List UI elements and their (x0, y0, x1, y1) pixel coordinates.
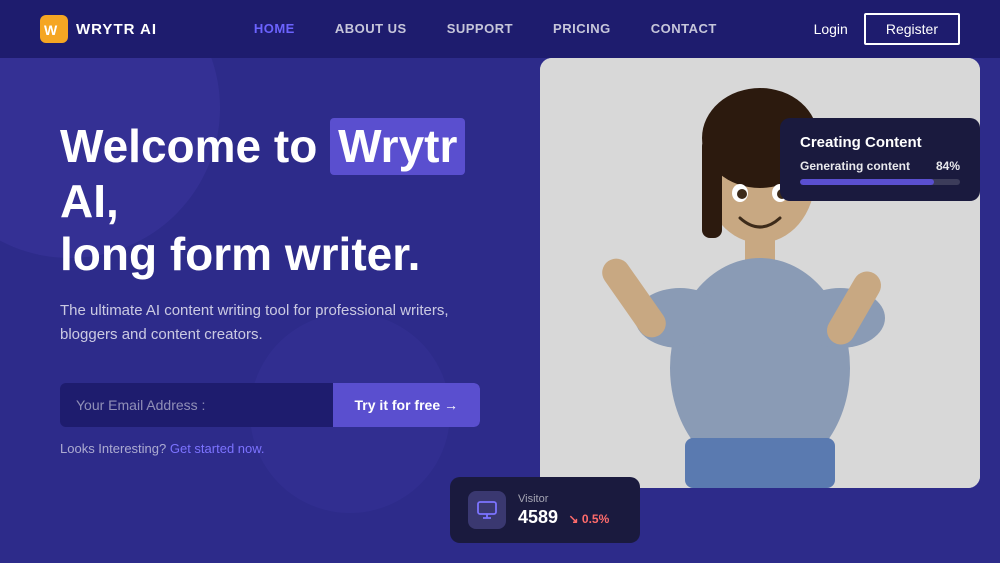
creating-content-title: Creating Content (800, 134, 960, 151)
generating-percent: 84% (936, 159, 960, 173)
logo[interactable]: W WRYTR AI (40, 15, 157, 43)
hero-section: Welcome to Wrytr AI, long form writer. T… (0, 58, 1000, 563)
visitor-info: Visitor 4589 ↘ 0.5% (518, 493, 609, 528)
nav-item-contact[interactable]: CONTACT (651, 20, 717, 38)
hero-subtitle: The ultimate AI content writing tool for… (60, 299, 460, 347)
hero-title-line2: long form writer. (60, 228, 420, 280)
hero-title-prefix: Welcome to (60, 120, 317, 172)
try-free-button[interactable]: Try it for free → (333, 383, 480, 427)
nav-links: HOME ABOUT US SUPPORT PRICING CONTACT (254, 20, 717, 38)
creating-content-card: Creating Content Generating content 84% (780, 118, 980, 201)
logo-text: WRYTR AI (76, 21, 157, 38)
svg-text:W: W (44, 22, 58, 38)
progress-bar (800, 179, 960, 185)
visitor-label: Visitor (518, 493, 609, 505)
hero-note-link[interactable]: Get started now. (170, 441, 265, 456)
creating-content-label: Generating content 84% (800, 159, 960, 173)
visitor-trend: ↘ 0.5% (569, 512, 610, 526)
hero-right: Creating Content Generating content 84% … (450, 58, 1000, 563)
register-button[interactable]: Register (864, 13, 960, 45)
hero-left: Welcome to Wrytr AI, long form writer. T… (0, 58, 500, 563)
visitor-count: 4589 (518, 507, 558, 527)
nav-item-home[interactable]: HOME (254, 20, 295, 38)
nav-item-support[interactable]: SUPPORT (447, 20, 513, 38)
hero-title-highlight: Wrytr (330, 118, 465, 175)
progress-fill (800, 179, 934, 185)
logo-icon: W (40, 15, 68, 43)
hero-title: Welcome to Wrytr AI, long form writer. (60, 118, 500, 281)
email-input[interactable] (60, 383, 333, 427)
nav-link-support[interactable]: SUPPORT (447, 21, 513, 36)
login-button[interactable]: Login (814, 21, 848, 37)
nav-item-about[interactable]: ABOUT US (335, 20, 407, 38)
hero-title-suffix: AI, (60, 175, 119, 227)
hero-note-prefix: Looks Interesting? (60, 441, 166, 456)
nav-item-pricing[interactable]: PRICING (553, 20, 611, 38)
nav-link-home[interactable]: HOME (254, 21, 295, 36)
nav-link-about[interactable]: ABOUT US (335, 21, 407, 36)
hero-note: Looks Interesting? Get started now. (60, 441, 500, 456)
generating-label: Generating content (800, 159, 910, 173)
nav-auth: Login Register (814, 13, 960, 45)
visitor-count-row: 4589 ↘ 0.5% (518, 507, 609, 528)
nav-link-pricing[interactable]: PRICING (553, 21, 611, 36)
email-form: Try it for free → (60, 383, 480, 427)
navbar: W WRYTR AI HOME ABOUT US SUPPORT PRICING… (0, 0, 1000, 58)
nav-link-contact[interactable]: CONTACT (651, 21, 717, 36)
